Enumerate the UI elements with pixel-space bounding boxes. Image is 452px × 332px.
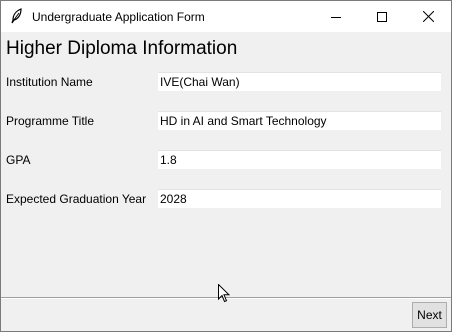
close-button[interactable] (405, 1, 451, 32)
application-window: Undergraduate Application Form Higher Di… (0, 0, 452, 332)
expected-graduation-year-label: Expected Graduation Year (6, 192, 147, 206)
maximize-icon (377, 11, 387, 22)
institution-name-label: Institution Name (6, 75, 93, 89)
institution-name-input[interactable] (158, 72, 441, 91)
mouse-pointer-icon (218, 283, 231, 303)
title-bar[interactable]: Undergraduate Application Form (1, 1, 451, 32)
programme-title-label: Programme Title (6, 114, 95, 128)
close-icon (422, 11, 434, 22)
window-title: Undergraduate Application Form (32, 10, 205, 24)
page-title: Higher Diploma Information (6, 38, 238, 59)
gpa-input[interactable] (158, 150, 441, 169)
programme-title-input[interactable] (158, 111, 441, 130)
next-button[interactable]: Next (412, 302, 447, 328)
maximize-button[interactable] (359, 1, 405, 32)
feather-icon (10, 8, 24, 24)
gpa-label: GPA (6, 153, 31, 167)
minimize-icon (331, 12, 341, 22)
expected-graduation-year-input[interactable] (158, 189, 441, 208)
minimize-button[interactable] (313, 1, 359, 32)
